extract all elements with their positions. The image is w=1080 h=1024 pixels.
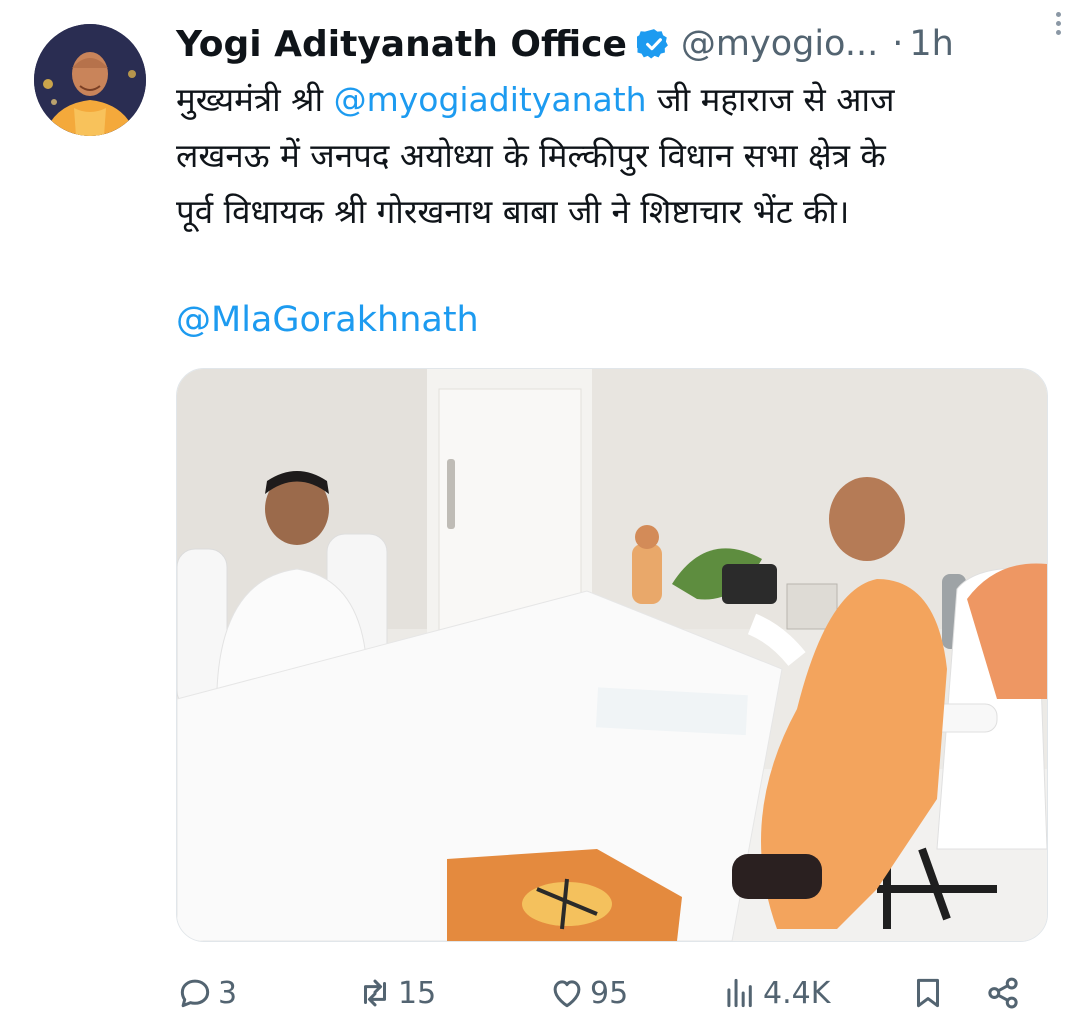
like-icon (553, 980, 581, 1008)
verified-badge-icon (634, 27, 671, 61)
mention-link-myogiadityanath[interactable]: @myogiadityanath (334, 80, 647, 119)
views-button[interactable]: 4.4K (721, 968, 830, 1018)
repost-count: 15 (398, 975, 437, 1011)
author-avatar[interactable] (34, 24, 146, 136)
text-segment: जी महाराज से आज (646, 80, 895, 119)
bookmark-button[interactable] (909, 968, 947, 1018)
tweet-timestamp[interactable]: 1h (909, 24, 953, 64)
bookmark-icon (916, 978, 940, 1008)
like-count: 95 (590, 975, 629, 1011)
author-handle[interactable]: @myogio... (681, 24, 878, 64)
more-options-icon[interactable] (1046, 8, 1070, 42)
view-count: 4.4K (763, 975, 831, 1011)
reply-count: 3 (218, 975, 238, 1011)
tweet-text-line-3: पूर्व विधायक श्री गोरखनाथ बाबा जी ने शिष… (176, 192, 850, 231)
tweet-text-line-1: मुख्यमंत्री श्री @myogiadityanath जी महा… (176, 72, 1056, 128)
repost-icon (363, 979, 387, 1007)
tweet-header: Yogi Adityanath Office @myogio... · 1h (176, 20, 1050, 68)
separator-dot: · (892, 24, 904, 64)
tweet-photo[interactable] (176, 368, 1048, 942)
share-icon (988, 977, 1018, 1009)
reply-button[interactable]: 3 (176, 968, 237, 1018)
mention-link-mlagorakhnath[interactable]: @MlaGorakhnath (176, 300, 479, 340)
tweet-text: मुख्यमंत्री श्री @myogiadityanath जी महा… (176, 72, 1056, 240)
views-icon (727, 978, 752, 1008)
repost-button[interactable]: 15 (356, 968, 436, 1018)
text-segment: मुख्यमंत्री श्री (176, 80, 334, 119)
tweet-actions-bar: 3 15 95 4.4K (176, 968, 1036, 1018)
share-button[interactable] (984, 968, 1022, 1018)
author-name[interactable]: Yogi Adityanath Office (176, 24, 627, 65)
tweet-text-line-2: लखनऊ में जनपद अयोध्या के मिल्कीपुर विधान… (176, 136, 886, 175)
reply-icon (180, 979, 210, 1008)
like-button[interactable]: 95 (548, 968, 628, 1018)
